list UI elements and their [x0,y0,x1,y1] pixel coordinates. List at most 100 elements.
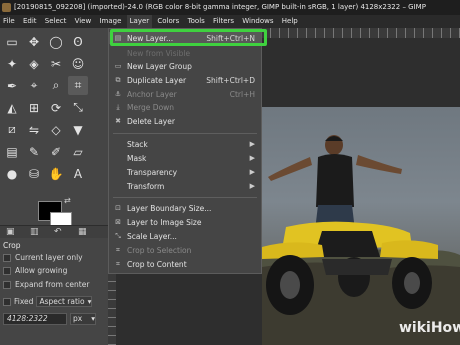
move-icon[interactable]: ✥ [24,32,44,51]
current-layer-only-option[interactable]: Current layer only [3,253,83,262]
layer-group-icon: ▭ [114,62,122,70]
menu-item-shortcut: Ctrl+H [229,89,255,99]
rotate-icon[interactable]: ⟳ [46,98,66,117]
ink-icon[interactable]: ● [2,164,22,183]
scale-icon: ⤡ [115,231,121,240]
menu-item-merge-down[interactable]: ⤓ Merge Down [109,101,261,113]
pencil-icon[interactable]: ✎ [24,142,44,161]
current-layer-only-checkbox[interactable] [3,253,11,262]
chevron-down-icon: ▾ [87,297,92,306]
gradient-icon[interactable]: ▤ [2,142,22,161]
color-select-icon[interactable]: ◈ [24,54,44,73]
menu-select[interactable]: Select [42,15,70,28]
menu-item-delete-layer[interactable]: ✖ Delete Layer [109,115,261,127]
menu-windows[interactable]: Windows [239,15,276,28]
images-tab-icon[interactable]: ▦ [78,227,87,237]
menu-bar: File Edit Select View Image Layer Colors… [0,15,460,28]
menu-item-label: Delete Layer [127,116,175,126]
crop-icon[interactable]: ⌗ [68,76,88,95]
menu-item-label: Transparency [127,167,178,177]
menu-item-label: Crop to Selection [127,245,192,255]
ratio-input[interactable]: 4128:2322 [3,313,67,325]
menu-item-new-layer-group[interactable]: ▭ New Layer Group [109,60,261,72]
menu-item-duplicate-layer[interactable]: ⧉ Duplicate Layer Shift+Ctrl+D [109,74,261,86]
menu-item-crop-to-content[interactable]: ⌗ Crop to Content [109,258,261,270]
menu-item-transform[interactable]: Transform ▶ [109,180,261,192]
menu-item-label: Transform [127,181,165,191]
zoom-icon[interactable]: ⌕ [46,76,66,95]
menu-item-crop-to-selection[interactable]: ⌗ Crop to Selection [109,244,261,256]
menu-separator [113,133,257,134]
flip-icon[interactable]: ⇋ [24,120,44,139]
menu-item-transparency[interactable]: Transparency ▶ [109,166,261,178]
menu-edit[interactable]: Edit [20,15,40,28]
menu-colors[interactable]: Colors [154,15,182,28]
menu-item-label: New Layer Group [127,61,192,71]
perspective-icon[interactable]: ◇ [46,120,66,139]
menu-layer[interactable]: Layer [126,15,153,28]
chevron-right-icon: ▶ [249,168,255,176]
expand-from-center-option[interactable]: Expand from center [3,280,89,289]
menu-separator [113,197,257,198]
undo-history-tab-icon[interactable]: ↶ [54,227,62,237]
fixed-checkbox[interactable] [3,297,11,306]
crop-content-icon: ⌗ [116,259,120,268]
ellipse-select-icon[interactable]: ◯ [46,32,66,51]
expand-from-center-checkbox[interactable] [3,280,11,289]
menu-item-label: Crop to Content [127,259,187,269]
menu-tools[interactable]: Tools [185,15,208,28]
color-picker-icon[interactable]: ⌖ [24,76,44,95]
scissors-icon[interactable]: ✂ [46,54,66,73]
menu-view[interactable]: View [72,15,95,28]
align-icon[interactable]: ⊞ [24,98,44,117]
swap-colors-icon[interactable]: ⇄ [64,196,71,205]
menu-file[interactable]: File [0,15,18,28]
clone-icon[interactable]: ⛁ [24,164,44,183]
menu-item-stack[interactable]: Stack ▶ [109,138,261,150]
merge-icon: ⤓ [116,102,120,111]
menu-image[interactable]: Image [96,15,124,28]
menu-item-layer-to-image-size[interactable]: ⊠ Layer to Image Size [109,216,261,228]
menu-help[interactable]: Help [279,15,301,28]
atv-rider-photo [262,135,460,345]
measure-icon[interactable]: ◭ [2,98,22,117]
tool-options-tab-icon[interactable]: ▣ [6,227,15,237]
shear-icon[interactable]: ⧄ [2,120,22,139]
expand-from-center-label: Expand from center [15,280,90,289]
chevron-right-icon: ▶ [249,182,255,190]
menu-item-anchor-layer[interactable]: ⚓ Anchor Layer Ctrl+H [109,88,261,100]
paths-icon[interactable]: ✒ [2,76,22,95]
menu-item-label: Stack [127,139,148,149]
foreground-select-icon[interactable]: ☺ [68,54,88,73]
rect-select-icon[interactable]: ▭ [2,32,22,51]
menu-item-label: Merge Down [127,102,175,112]
menu-item-new-from-visible[interactable]: New from Visible [109,47,261,59]
unit-value: px [73,314,83,323]
paintbrush-icon[interactable]: ✐ [46,142,66,161]
fixed-mode-select[interactable]: Aspect ratio ▾ [36,296,93,307]
menu-item-label: Duplicate Layer [127,75,187,85]
lasso-icon[interactable]: ʘ [68,32,88,51]
smudge-icon[interactable]: ✋ [46,164,66,183]
menu-filters[interactable]: Filters [210,15,237,28]
eraser-icon[interactable]: ▱ [68,142,88,161]
toolbox: ▭ ✥ ◯ ʘ ✦ ◈ ✂ ☺ ✒ ⌖ ⌕ ⌗ ◭ ⊞ ⟳ ⤡ ⧄ ⇋ ◇ ▼ … [0,28,108,238]
window-title: [20190815_092208] (imported)-24.0 (RGB c… [14,3,426,11]
menu-item-layer-boundary-size[interactable]: ⊡ Layer Boundary Size... [109,202,261,214]
allow-growing-checkbox[interactable] [3,266,11,275]
ratio-row: 4128:2322 px ▾ [3,313,96,325]
to-image-icon: ⊠ [115,218,121,226]
menu-item-scale-layer[interactable]: ⤡ Scale Layer... [109,230,261,242]
scale-icon[interactable]: ⤡ [68,98,88,117]
device-status-tab-icon[interactable]: ▥ [30,227,39,237]
fuzzy-select-icon[interactable]: ✦ [2,54,22,73]
menu-item-label: Layer to Image Size [127,217,202,227]
canvas-image[interactable] [262,107,460,345]
menu-item-mask[interactable]: Mask ▶ [109,152,261,164]
unit-select[interactable]: px ▾ [70,313,96,325]
anchor-icon: ⚓ [114,90,122,98]
highlight-annotation [110,29,267,46]
bucket-fill-icon[interactable]: ▼ [68,120,88,139]
allow-growing-option[interactable]: Allow growing [3,266,67,275]
text-icon[interactable]: A [68,164,88,183]
